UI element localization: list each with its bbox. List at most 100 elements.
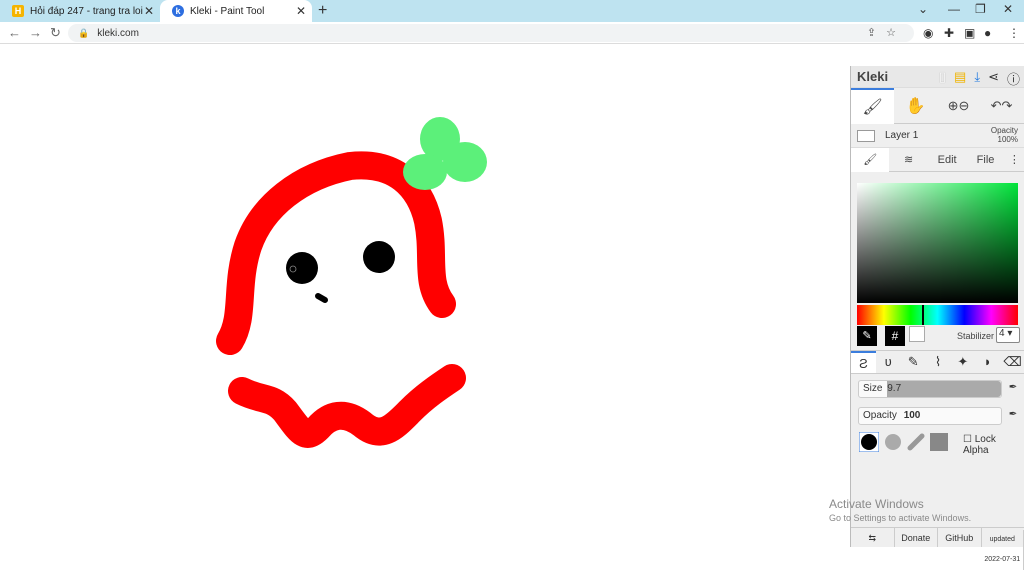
pixel-brush-icon[interactable]: ⌇ <box>926 351 951 373</box>
puzzle-icon[interactable]: ✚ <box>944 26 954 40</box>
side-tab-row: 🖌 ≋ Edit File ⋮ <box>851 148 1024 172</box>
share-bookmark-icons[interactable]: ⇪☆ <box>867 26 906 39</box>
hex-input-button[interactable]: # <box>885 326 905 346</box>
layers-icon: ≋ <box>904 154 913 166</box>
maximize-icon[interactable]: ❐ <box>975 2 986 16</box>
zoom-buttons[interactable]: ⊕⊖ <box>937 88 980 124</box>
updated-label: updated <box>982 530 1024 550</box>
stabilizer-label: Stabilizer <box>957 331 994 341</box>
color-tools-row: ✎ # Stabilizer 4 ▾ <box>857 326 1021 346</box>
brush-icon: 🖌 <box>863 154 877 166</box>
drawing-canvas[interactable] <box>0 66 850 547</box>
tab-file[interactable]: File <box>966 154 1004 166</box>
layer-thumbnail <box>857 130 875 142</box>
top-actions: ▯ ▤ ⤓ ⋖ ⓘ <box>939 69 1020 88</box>
stabilizer-select[interactable]: 4 ▾ <box>996 327 1020 343</box>
chemy-brush-icon[interactable]: ✦ <box>950 351 975 373</box>
close-tab-icon[interactable]: ✕ <box>144 4 154 18</box>
smudge-brush-icon[interactable]: ◗ <box>975 351 1000 373</box>
tab-search-chevron-icon[interactable]: ⌄ <box>918 2 928 16</box>
opacity-label: Opacity <box>863 410 897 421</box>
watermark-line1: Activate Windows <box>829 497 971 511</box>
sidepanel-icon[interactable]: ▣ <box>964 26 975 40</box>
eraser-icon[interactable]: ⌫ <box>1000 351 1024 373</box>
close-tab-icon[interactable]: ✕ <box>296 4 306 18</box>
size-pressure-icon[interactable]: ✒ <box>1006 382 1020 396</box>
kleki-favicon: k <box>172 5 184 17</box>
hue-marker[interactable] <box>922 305 924 325</box>
size-fill <box>887 381 1001 397</box>
tab-edit[interactable]: Edit <box>928 154 966 166</box>
hue-slider[interactable] <box>857 305 1018 325</box>
windows-activation-watermark: Activate Windows Go to Settings to activ… <box>829 497 971 525</box>
blend-brush-icon[interactable]: ʋ <box>876 351 901 373</box>
donate-link[interactable]: Donate <box>895 528 939 547</box>
updated-date: 2022-07-31 <box>982 550 1024 570</box>
kleki-logo: Kleki <box>857 69 888 84</box>
extension-icon[interactable]: ◉ <box>923 26 933 40</box>
square-shape-icon[interactable] <box>929 432 949 452</box>
tab-brush[interactable]: 🖌 <box>851 148 889 172</box>
brush-type-row: Ƨ ʋ ✎ ⌇ ✦ ◗ ⌫ <box>851 350 1024 374</box>
undo-redo-icon: ↶↷ <box>991 98 1013 114</box>
reload-icon[interactable]: ↻ <box>50 25 61 41</box>
size-value: 9.7 <box>887 383 901 394</box>
brush-tool-button[interactable]: 🖌 <box>851 88 894 124</box>
layer-opacity-value: 100% <box>991 135 1018 144</box>
brush-icon: 🖌 <box>862 97 882 117</box>
opacity-slider[interactable]: Opacity 100 <box>858 407 1002 425</box>
pen-shape-icon[interactable] <box>906 432 926 452</box>
browser-tab-hoidap[interactable]: H Hỏi đáp 247 - trang tra loi ✕ <box>0 0 160 22</box>
new-tab-icon[interactable]: + <box>318 2 327 20</box>
tab-layers[interactable]: ≋ <box>889 153 927 166</box>
brush-shape-row: ☐ Lock Alpha <box>857 430 1021 454</box>
size-label: Size <box>863 383 882 394</box>
green-leaf <box>403 117 487 190</box>
kleki-sidebar: Kleki ▯ ▤ ⤓ ⋖ ⓘ 🖌 ✋ ⊕⊖ ↶↷ Layer 1 Opacit… <box>850 66 1024 547</box>
sidebar-footer: ⇆ Donate GitHub updated 2022-07-31 <box>851 527 1024 547</box>
minimize-icon[interactable]: — <box>948 2 960 16</box>
pen-brush-icon[interactable]: Ƨ <box>851 351 876 373</box>
close-window-icon[interactable]: ✕ <box>1003 2 1013 16</box>
new-image-icon[interactable]: ▯ <box>939 69 946 88</box>
watermark-line2: Go to Settings to activate Windows. <box>829 511 971 525</box>
more-icon[interactable]: ⋮ <box>1005 153 1024 166</box>
avatar[interactable]: ● <box>984 26 991 40</box>
zoom-in-out-icon: ⊕⊖ <box>948 98 970 114</box>
url-bar[interactable]: 🔒 kleki.com ⇪☆ <box>68 24 914 42</box>
tab-title: Hỏi đáp 247 - trang tra loi <box>30 6 143 17</box>
hand-tool-button[interactable]: ✋ <box>894 88 937 124</box>
soft-shape-icon[interactable] <box>883 432 903 452</box>
opacity-pressure-icon[interactable]: ✒ <box>1006 409 1020 423</box>
opacity-value: 100 <box>904 410 921 421</box>
address-bar-row: ← → ↻ 🔒 kleki.com ⇪☆ ◉ ✚ ▣ ● ⋮ <box>0 22 1024 44</box>
left-eye <box>286 252 318 284</box>
right-eye <box>363 241 395 273</box>
updated-info[interactable]: updated 2022-07-31 <box>982 528 1024 547</box>
menu-dots-icon[interactable]: ⋮ <box>1008 26 1020 40</box>
back-icon[interactable]: ← <box>8 25 21 40</box>
tab-title: Kleki - Paint Tool <box>190 6 264 17</box>
url-text: kleki.com <box>97 28 139 39</box>
eyedropper-icon[interactable]: ✎ <box>857 326 877 346</box>
red-hood-stroke <box>230 165 442 341</box>
undo-redo-buttons[interactable]: ↶↷ <box>980 88 1023 124</box>
share-icon[interactable]: ⋖ <box>988 69 999 88</box>
forward-icon[interactable]: → <box>29 25 42 40</box>
sketchy-brush-icon[interactable]: ✎ <box>901 351 926 373</box>
save-icon[interactable]: ▤ <box>954 69 966 88</box>
github-link[interactable]: GitHub <box>938 528 982 547</box>
download-icon[interactable]: ⤓ <box>974 69 980 88</box>
swap-icon[interactable]: ⇆ <box>851 528 895 547</box>
layer-row[interactable]: Layer 1 Opacity 100% <box>851 124 1024 148</box>
browser-tab-kleki[interactable]: k Kleki - Paint Tool ✕ <box>160 0 312 22</box>
round-shape-icon[interactable] <box>859 432 879 452</box>
color-saturation-picker[interactable] <box>857 183 1018 303</box>
secondary-color-swatch[interactable] <box>909 326 925 342</box>
size-slider[interactable]: Size 9.7 <box>858 380 1002 398</box>
tool-row: 🖌 ✋ ⊕⊖ ↶↷ <box>851 88 1024 124</box>
help-icon[interactable]: ⓘ <box>1007 69 1020 88</box>
lock-icon: 🔒 <box>78 28 89 39</box>
lock-alpha-checkbox[interactable]: ☐ Lock Alpha <box>963 434 1021 456</box>
hand-icon: ✋ <box>906 96 926 116</box>
